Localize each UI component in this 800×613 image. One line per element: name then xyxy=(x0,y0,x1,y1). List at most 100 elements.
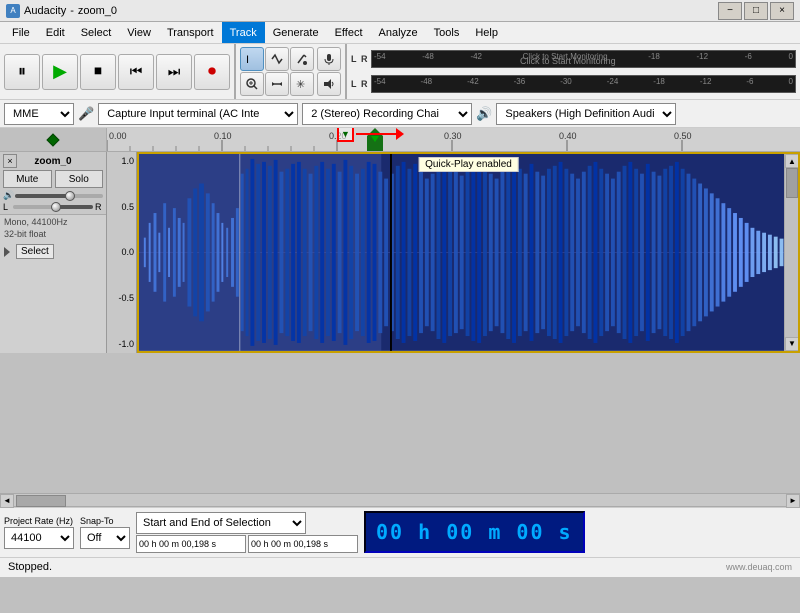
input-device-select[interactable]: Capture Input terminal (AC Inte xyxy=(98,103,298,125)
solo-button[interactable]: Solo xyxy=(55,170,104,188)
waveform-with-scale: 1.0 0.5 0.0 -0.5 -1.0 Quick-Play enabled xyxy=(107,152,800,353)
menu-file[interactable]: File xyxy=(4,22,38,43)
device-toolbar: MME 🎤 Capture Input terminal (AC Inte 2 … xyxy=(0,100,800,128)
selection-section: Start and End of Selection xyxy=(136,512,358,553)
selection-format-select[interactable]: Start and End of Selection xyxy=(136,512,306,534)
minimize-button[interactable]: − xyxy=(718,2,742,20)
volume-slider[interactable] xyxy=(15,194,103,198)
volume-knob[interactable] xyxy=(65,191,75,201)
track-name: zoom_0 xyxy=(34,156,71,167)
timeshift-tool-button[interactable] xyxy=(265,72,289,96)
titlebar-controls: − □ × xyxy=(718,2,794,20)
skip-start-button[interactable]: ⏮ xyxy=(118,54,154,90)
selection-times xyxy=(136,535,358,553)
title-separator: - xyxy=(70,5,74,17)
scroll-thumb[interactable] xyxy=(786,168,798,198)
envelope-tool-button[interactable] xyxy=(265,47,289,71)
scroll-up-button[interactable]: ▲ xyxy=(785,154,799,168)
stop-button[interactable]: ⏹ xyxy=(80,54,116,90)
pan-knob[interactable] xyxy=(51,202,61,212)
db-1.0: 1.0 xyxy=(109,156,134,166)
timeline-svg: 0.00 0.10 0.20 0.30 0.40 0.50 xyxy=(107,128,800,151)
vertical-scrollbar[interactable]: ▲ ▼ xyxy=(784,154,798,351)
record-button[interactable]: ⏺ xyxy=(194,54,230,90)
mic-button[interactable] xyxy=(317,47,341,71)
quickplay-tooltip: Quick-Play enabled xyxy=(418,157,519,172)
watermark: www.deuaq.com xyxy=(726,562,792,572)
scroll-right-button[interactable]: ► xyxy=(786,494,800,508)
pan-slider[interactable] xyxy=(13,205,93,209)
menu-tools[interactable]: Tools xyxy=(426,22,468,43)
svg-text:0.00: 0.00 xyxy=(109,131,127,141)
status-bar: Stopped. www.deuaq.com xyxy=(0,557,800,577)
menu-effect[interactable]: Effect xyxy=(327,22,371,43)
track-info-line2: 32-bit float xyxy=(4,229,102,241)
svg-text:0.40: 0.40 xyxy=(559,131,577,141)
svg-text:0.10: 0.10 xyxy=(214,131,232,141)
menu-generate[interactable]: Generate xyxy=(265,22,327,43)
hscroll-thumb[interactable] xyxy=(16,495,66,507)
select-button[interactable]: Select xyxy=(16,244,54,259)
track-close-button[interactable]: × xyxy=(3,154,17,168)
vu-r-label2: R xyxy=(361,79,369,89)
pan-l-label: L xyxy=(3,202,11,212)
scroll-left-button[interactable]: ◄ xyxy=(0,494,14,508)
titlebar-left: A Audacity - zoom_0 xyxy=(6,4,117,18)
db-0.5: 0.5 xyxy=(109,202,134,212)
timeline-ruler[interactable]: 0.00 0.10 0.20 0.30 0.40 0.50 xyxy=(107,128,800,151)
pan-row: L R xyxy=(3,202,103,212)
bottom-toolbar: Project Rate (Hz) 44100 Snap-To Off Star… xyxy=(0,507,800,557)
project-rate-label: Project Rate (Hz) xyxy=(4,516,74,526)
output-device-select[interactable]: Speakers (High Definition Audio xyxy=(496,103,676,125)
big-time-display: 00 h 00 m 00 s xyxy=(364,511,585,553)
timeline-area: 0.00 0.10 0.20 0.30 0.40 0.50 xyxy=(0,128,800,152)
content-area: × zoom_0 Mute Solo 🔊 L R xyxy=(0,152,800,353)
selection-end-input[interactable] xyxy=(248,535,358,553)
scroll-track xyxy=(785,168,798,337)
snap-to-select[interactable]: Off xyxy=(80,527,130,549)
scroll-down-button[interactable]: ▼ xyxy=(785,337,799,351)
multi-tool-button[interactable]: ✳ xyxy=(290,72,314,96)
output-vu-meter[interactable]: -54 -48 -42 -36 -30 -24 -18 -12 -6 0 xyxy=(371,75,796,93)
project-rate-select[interactable]: 44100 xyxy=(4,527,74,549)
play-button[interactable]: ▶ xyxy=(42,54,78,90)
select-row: Select xyxy=(0,242,106,261)
input-vu-meter[interactable]: -54 -48 -42 Click to Start Monitoring -1… xyxy=(371,50,796,68)
volume-icon: 🔊 xyxy=(3,190,13,201)
horizontal-scrollbar: ◄ ► xyxy=(0,493,800,507)
track-arrow-icon xyxy=(4,247,14,257)
svg-text:0.50: 0.50 xyxy=(674,131,692,141)
snap-icon xyxy=(45,132,61,148)
maximize-button[interactable]: □ xyxy=(744,2,768,20)
click-monitor-label[interactable]: Click to Start Monitoring xyxy=(520,56,616,66)
main-toolbar-area: ⏸ ▶ ⏹ ⏮ ⏭ ⏺ I xyxy=(0,44,800,100)
snap-to-label: Snap-To xyxy=(80,516,130,526)
snap-to-section: Snap-To Off xyxy=(80,516,130,549)
channels-select[interactable]: 2 (Stereo) Recording Chai xyxy=(302,103,472,125)
speaker-button[interactable] xyxy=(317,72,341,96)
draw-tool-button[interactable] xyxy=(290,47,314,71)
pause-button[interactable]: ⏸ xyxy=(4,54,40,90)
selection-start-input[interactable] xyxy=(136,535,246,553)
waveform-canvas[interactable]: Quick-Play enabled xyxy=(137,152,800,353)
audio-host-select[interactable]: MME xyxy=(4,103,74,125)
menu-select[interactable]: Select xyxy=(73,22,120,43)
menu-help[interactable]: Help xyxy=(467,22,506,43)
app-icon: A xyxy=(6,4,20,18)
skip-end-button[interactable]: ⏭ xyxy=(156,54,192,90)
timeline-corner xyxy=(0,128,107,151)
mute-button[interactable]: Mute xyxy=(3,170,52,188)
speaker-icon: 🔊 xyxy=(476,106,492,122)
menu-tracks[interactable]: Track xyxy=(222,22,265,43)
select-tool-button[interactable]: I xyxy=(240,47,264,71)
menu-view[interactable]: View xyxy=(119,22,159,43)
volume-row: 🔊 xyxy=(3,190,103,201)
menu-edit[interactable]: Edit xyxy=(38,22,73,43)
vu-l-label: L xyxy=(351,54,359,64)
red-arrow-indicator: ▼ xyxy=(337,128,404,142)
zoom-tool-button[interactable] xyxy=(240,72,264,96)
hscroll-track xyxy=(14,494,786,506)
close-button[interactable]: × xyxy=(770,2,794,20)
menu-transport[interactable]: Transport xyxy=(159,22,222,43)
menu-analyze[interactable]: Analyze xyxy=(371,22,426,43)
